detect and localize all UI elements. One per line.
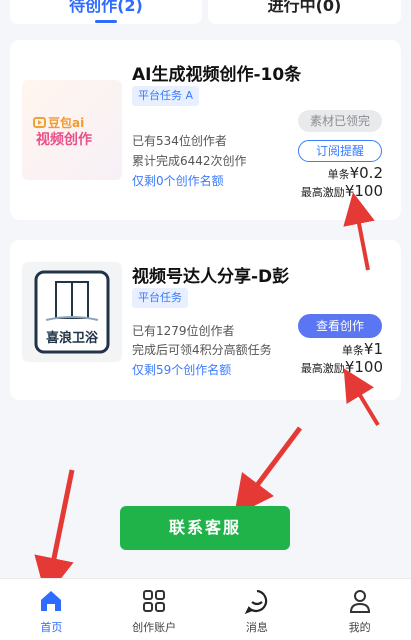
user-icon [346, 587, 374, 615]
arrow-to-card2-price [343, 368, 380, 427]
nav-home-label: 首页 [40, 621, 63, 634]
contact-support-button[interactable]: 联系客服 [120, 506, 290, 550]
chat-icon [243, 587, 271, 615]
arrow-to-home [34, 469, 75, 598]
nav-creator-account-label: 创作账户 [132, 621, 177, 634]
grid-icon [140, 587, 168, 615]
nav-home[interactable]: 首页 [0, 579, 103, 640]
home-icon [37, 587, 65, 615]
nav-profile-label: 我的 [348, 621, 371, 634]
nav-creator-account[interactable]: 创作账户 [103, 579, 206, 640]
nav-messages-label: 消息 [245, 621, 268, 634]
nav-messages[interactable]: 消息 [206, 579, 309, 640]
bottom-nav: 首页 创作账户 消息 我的 [0, 578, 411, 640]
nav-profile[interactable]: 我的 [308, 579, 411, 640]
arrow-to-contact [234, 426, 302, 516]
arrow-to-card1-price [343, 192, 375, 271]
